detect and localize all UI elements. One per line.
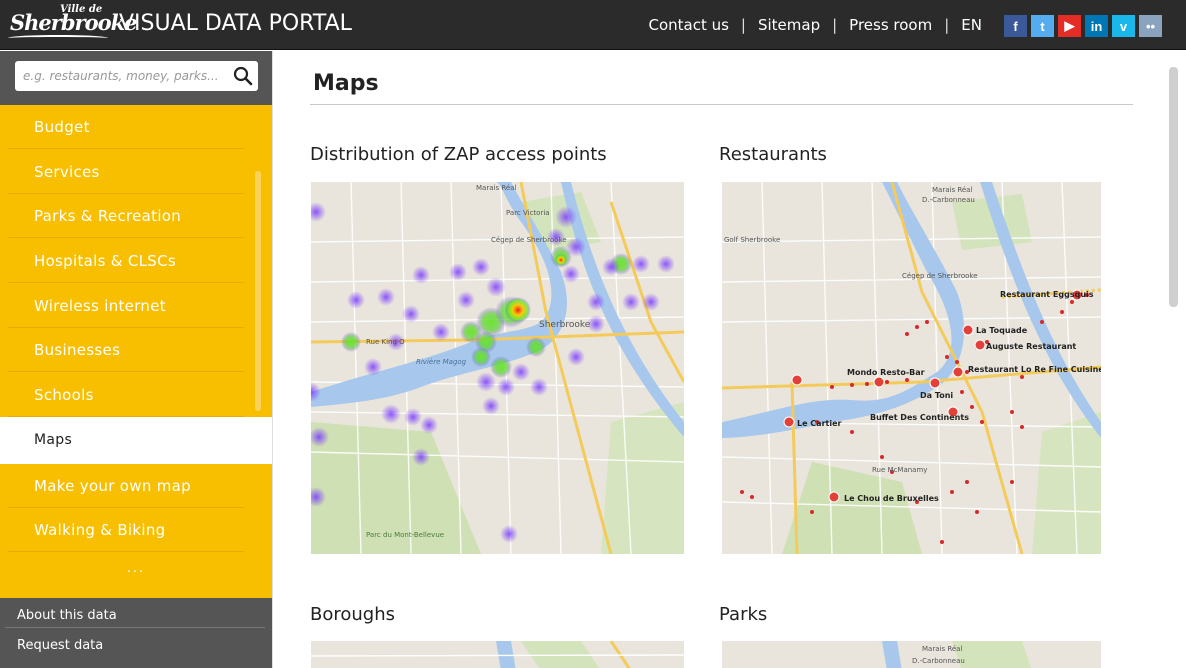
- map-label-eggsquis: Restaurant Eggsquis: [1000, 290, 1094, 299]
- sidebar-item-maps[interactable]: Maps: [0, 417, 272, 464]
- map-label-cegep: Cégep de Sherbrooke: [491, 236, 567, 244]
- sidebar: Budget Services Parks & Recreation Hospi…: [0, 51, 272, 668]
- map-label-cegep-2: Cégep de Sherbrooke: [902, 272, 978, 280]
- map-label-auguste: Auguste Restaurant: [986, 342, 1076, 351]
- sidebar-menu: Budget Services Parks & Recreation Hospi…: [0, 105, 272, 598]
- map-label-marais-2: Marais Réal: [932, 186, 972, 194]
- youtube-icon[interactable]: ▶: [1058, 15, 1081, 37]
- map-label-le-cartier: Le Cartier: [797, 419, 842, 428]
- about-data-link[interactable]: About this data: [5, 598, 265, 628]
- map-label-lo-re: Restaurant Lo Re Fine Cuisine Du Marché: [968, 364, 1101, 374]
- top-header: Ville de Sherbrooke VISUAL DATA PORTAL C…: [0, 0, 1186, 50]
- restaurants-map[interactable]: Restaurant Eggsquis La Toquade Auguste R…: [722, 182, 1101, 554]
- menu-more[interactable]: ...: [0, 561, 272, 576]
- card-title-parks: Parks: [719, 604, 768, 625]
- map-label-carbonneau-2: D.-Carbonneau: [912, 657, 965, 665]
- social-links: f t ▶ in v ••: [1004, 15, 1162, 37]
- search-icon[interactable]: [233, 66, 253, 86]
- sidebar-item-services[interactable]: Services: [8, 150, 244, 194]
- map-label-buffet: Buffet Des Continents: [870, 413, 969, 422]
- map-label-golf: Golf Sherbrooke: [724, 236, 780, 244]
- sidebar-item-make-map[interactable]: Make your own map: [8, 464, 244, 508]
- request-data-link[interactable]: Request data: [5, 628, 265, 658]
- site-title: VISUAL DATA PORTAL: [119, 11, 352, 36]
- menu-scrollbar[interactable]: [255, 171, 261, 411]
- search-area: [0, 51, 272, 105]
- vimeo-icon[interactable]: v: [1112, 15, 1135, 37]
- sidebar-item-walking-biking[interactable]: Walking & Biking: [8, 508, 244, 552]
- sitemap-link[interactable]: Sitemap: [758, 16, 820, 34]
- parks-map[interactable]: Marais Réal D.-Carbonneau: [722, 641, 1101, 668]
- press-room-link[interactable]: Press room: [849, 16, 932, 34]
- card-title-boroughs: Boroughs: [310, 604, 395, 625]
- map-label-parc-mont-bellevue: Parc du Mont-Bellevue: [366, 531, 444, 539]
- facebook-icon[interactable]: f: [1004, 15, 1027, 37]
- card-title-zap: Distribution of ZAP access points: [310, 144, 607, 165]
- map-label-da-toni: Da Toni: [920, 391, 953, 400]
- card-title-restaurants: Restaurants: [719, 144, 827, 165]
- nav-separator: |: [944, 16, 950, 34]
- sidebar-item-hospitals[interactable]: Hospitals & CLSCs: [8, 239, 244, 283]
- twitter-icon[interactable]: t: [1031, 15, 1054, 37]
- sidebar-item-wireless[interactable]: Wireless internet: [8, 284, 244, 328]
- zap-heatmap-map[interactable]: Sherbrooke Cégep de Sherbrooke Parc Vict…: [311, 182, 684, 554]
- map-label-mcmanamy: Rue McManamy: [872, 466, 927, 474]
- map-label-parc-victoria: Parc Victoria: [506, 209, 550, 217]
- map-label-marais: Marais Réal: [476, 184, 516, 192]
- linkedin-icon[interactable]: in: [1085, 15, 1108, 37]
- map-label-carbonneau: D.-Carbonneau: [922, 196, 975, 204]
- sidebar-footer: About this data Request data: [0, 598, 272, 668]
- sidebar-item-budget[interactable]: Budget: [8, 105, 244, 149]
- search-box: [15, 61, 258, 91]
- sidebar-item-schools[interactable]: Schools: [8, 373, 244, 417]
- title-divider: [310, 104, 1133, 105]
- nav-separator: |: [832, 16, 838, 34]
- page-scrollbar[interactable]: [1169, 67, 1178, 307]
- map-label-mondo: Mondo Resto-Bar: [847, 368, 925, 377]
- map-label-chou: Le Chou de Bruxelles: [844, 494, 939, 503]
- map-label-sherbrooke: Sherbrooke: [539, 320, 591, 330]
- page-title: Maps: [313, 71, 379, 96]
- contact-link[interactable]: Contact us: [648, 16, 728, 34]
- sherbrooke-logo[interactable]: Ville de Sherbrooke: [8, 4, 138, 44]
- logo-main-text: Sherbrooke: [10, 10, 138, 35]
- boroughs-map[interactable]: [311, 641, 684, 668]
- search-input[interactable]: [23, 66, 223, 86]
- flickr-icon[interactable]: ••: [1139, 15, 1162, 37]
- sidebar-item-businesses[interactable]: Businesses: [8, 328, 244, 372]
- main-content: Maps Distribution of ZAP access points S…: [272, 51, 1186, 668]
- sidebar-item-parks-recreation[interactable]: Parks & Recreation: [8, 194, 244, 238]
- map-label-rue-king: Rue King O: [366, 338, 405, 346]
- nav-separator: |: [740, 16, 746, 34]
- logo-swoosh: [8, 35, 108, 41]
- map-label-marais-3: Marais Réal: [922, 645, 962, 653]
- map-label-la-toquade: La Toquade: [976, 326, 1028, 335]
- language-toggle[interactable]: EN: [961, 16, 982, 34]
- map-label-riviere: Rivière Magog: [416, 358, 467, 366]
- top-nav: Contact us | Sitemap | Press room | EN: [648, 16, 982, 34]
